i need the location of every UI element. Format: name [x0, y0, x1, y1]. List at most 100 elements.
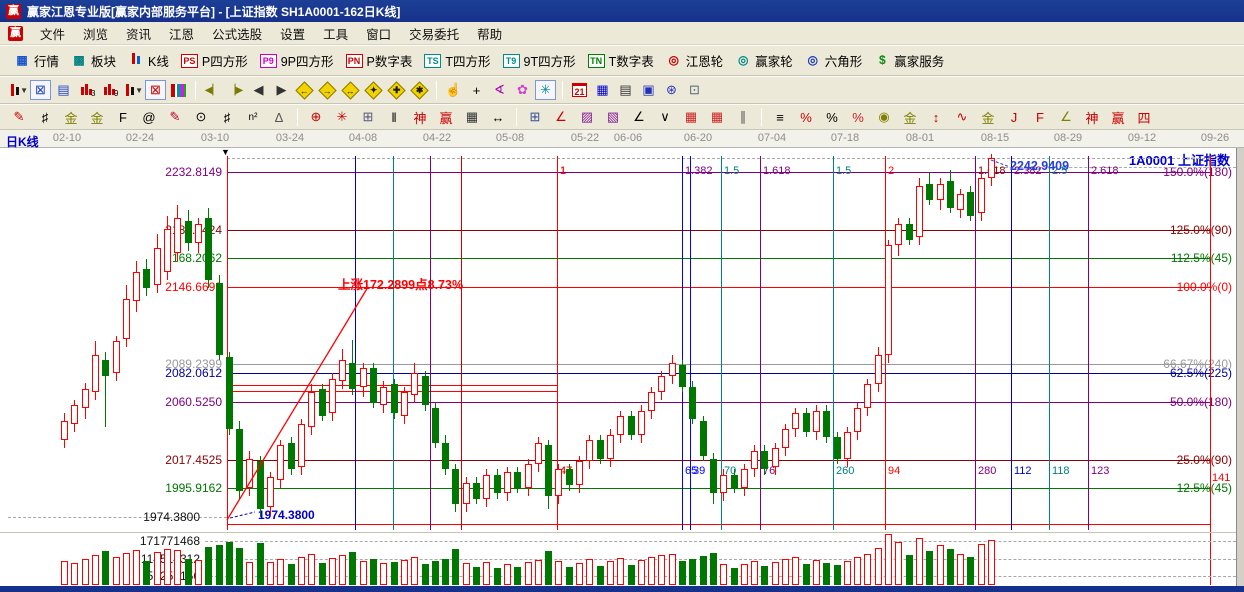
n-square-icon[interactable]: n²	[241, 108, 265, 127]
menu-设置[interactable]: 设置	[271, 25, 314, 45]
wave-tool-icon[interactable]: ∿	[950, 108, 974, 127]
toolbar-button-9P四方形[interactable]: P9 9P四方形	[254, 49, 340, 72]
j-angle-icon[interactable]: J	[1002, 108, 1026, 127]
ying-tool-icon[interactable]: 赢	[434, 108, 458, 127]
next-bar-icon[interactable]: ▶	[271, 80, 292, 100]
percent-lines-icon[interactable]: %	[846, 108, 870, 127]
shen-angle-icon[interactable]: 神	[1080, 108, 1104, 127]
zigzag-icon[interactable]: ∨	[653, 108, 677, 127]
updown-mark-icon[interactable]: ↕	[924, 108, 948, 127]
candle-type-dropdown[interactable]: ▼	[122, 80, 143, 100]
save-icon[interactable]: ▣	[638, 80, 659, 100]
kline-chart-canvas[interactable]: 1A0001 上证指数 2232.8149 150.0%(180) 2189.742…	[0, 148, 1244, 592]
gold-lines-icon[interactable]: 金	[898, 108, 922, 127]
f-lines-icon[interactable]: F	[111, 108, 135, 127]
blue-corner-grid-icon[interactable]: ⊞	[523, 108, 547, 127]
save-web-icon[interactable]: ⊛	[661, 80, 682, 100]
toolbar-button-T四方形[interactable]: TS T四方形	[418, 49, 496, 72]
circle-arrow-icon[interactable]: ⊙	[189, 108, 213, 127]
menu-资讯[interactable]: 资讯	[117, 25, 160, 45]
gann-level-line	[227, 460, 1210, 461]
smart-analysis-icon[interactable]: ✳	[535, 80, 556, 100]
shift-left-icon[interactable]: ←	[294, 80, 315, 100]
compress-icon[interactable]: ✦	[363, 80, 384, 100]
quarter-marks-icon[interactable]: ǁ	[382, 108, 406, 127]
red-grid2-tool-icon[interactable]: ▦	[705, 108, 729, 127]
menu-浏览[interactable]: 浏览	[74, 25, 117, 45]
gold-lines2-icon[interactable]: 金	[976, 108, 1000, 127]
angle-measure-icon[interactable]: ∢	[489, 80, 510, 100]
expand-h-icon[interactable]: ↔	[340, 80, 361, 100]
percent-icon[interactable]: %	[820, 108, 844, 127]
bars-9-icon[interactable]: 9	[99, 80, 120, 100]
menu-江恩[interactable]: 江恩	[160, 25, 203, 45]
shift-right-icon[interactable]: →	[317, 80, 338, 100]
mirror-angle-icon[interactable]: ∆	[267, 108, 291, 127]
gold-angle-icon[interactable]: ∠	[1054, 108, 1078, 127]
hand-tool-icon[interactable]: ☝	[443, 80, 464, 100]
shen-tool-icon[interactable]: 神	[408, 108, 432, 127]
gann-pencil-icon[interactable]: ✎	[7, 108, 31, 127]
menu-交易委托[interactable]: 交易委托	[400, 25, 468, 45]
pencil-grid-icon[interactable]: ✎	[163, 108, 187, 127]
last-bar-icon[interactable]: ▕▶	[225, 80, 246, 100]
pattern-tool-icon[interactable]: ✿	[512, 80, 533, 100]
menu-文件[interactable]: 文件	[31, 25, 74, 45]
info-document-icon[interactable]: ▤	[53, 80, 74, 100]
gold-circle-icon[interactable]: ◉	[872, 108, 896, 127]
menu-窗口[interactable]: 窗口	[357, 25, 400, 45]
dense-lines-icon[interactable]: ♯	[215, 108, 239, 127]
star-web-icon[interactable]: ✳	[330, 108, 354, 127]
toolbar-button-江恩轮[interactable]: ◎ 江恩轮	[660, 49, 730, 72]
gold-grid2-icon[interactable]: 金	[85, 108, 109, 127]
toolbar-button-P四方形[interactable]: PS P四方形	[175, 49, 254, 72]
toolbar-button-9T四方形[interactable]: T9 9T四方形	[497, 49, 582, 72]
fan-lines-icon[interactable]: ∠	[549, 108, 573, 127]
gold-grid-icon[interactable]: 金	[59, 108, 83, 127]
width-arrow-icon[interactable]: ↔	[486, 108, 510, 127]
four-angle-icon[interactable]: 四	[1132, 108, 1156, 127]
grid-123-icon[interactable]: ▦	[460, 108, 484, 127]
square-web-icon[interactable]: ⊞	[356, 108, 380, 127]
spiral-icon[interactable]: @	[137, 108, 161, 127]
export-pc-icon[interactable]: ⊡	[684, 80, 705, 100]
toolbar-button-P数字表[interactable]: PN P数字表	[340, 49, 419, 72]
toolbar-button-行情[interactable]: ▦ 行情	[8, 49, 65, 72]
toolbar-button-六角形[interactable]: ◎ 六角形	[799, 49, 869, 72]
kline-style-dropdown[interactable]: ▼	[7, 80, 28, 100]
parallel-lines-icon[interactable]: ∥	[731, 108, 755, 127]
percent-line-icon[interactable]: %	[794, 108, 818, 127]
fan-box-icon[interactable]: ▨	[575, 108, 599, 127]
expand-all-icon[interactable]: ✚	[386, 80, 407, 100]
crosshair-icon[interactable]: +	[466, 80, 487, 100]
toolbar-button-赢家轮[interactable]: ◎ 赢家轮	[729, 49, 799, 72]
chart-network-icon[interactable]: ⊠	[30, 80, 51, 100]
circle-cross-icon[interactable]: ⊕	[304, 108, 328, 127]
f-angle-icon[interactable]: F	[1028, 108, 1052, 127]
volume-bar-down	[185, 559, 192, 585]
menu-公式选股[interactable]: 公式选股	[203, 25, 271, 45]
toolbar-button-T数字表[interactable]: TN T数字表	[582, 49, 660, 72]
toolbar-button-K线[interactable]: K线	[122, 49, 175, 72]
calendar-icon[interactable]: 21	[569, 80, 590, 100]
bars-3-icon[interactable]: 3	[76, 80, 97, 100]
menu-帮助[interactable]: 帮助	[468, 25, 511, 45]
cycle-vline	[227, 156, 228, 530]
color-flag-icon[interactable]	[168, 80, 189, 100]
first-bar-icon[interactable]: ◀▏	[202, 80, 223, 100]
toolbar-button-板块[interactable]: ▩ 板块	[65, 49, 122, 72]
red-grid-tool-icon[interactable]: ▦	[679, 108, 703, 127]
red-grid-icon[interactable]: ⊠	[145, 80, 166, 100]
price-level-label: 2017.4525	[165, 453, 222, 467]
menu-工具[interactable]: 工具	[314, 25, 357, 45]
toolbar-button-赢家服务[interactable]: $ 赢家服务	[868, 49, 950, 72]
trend-angle-icon[interactable]: ∠	[627, 108, 651, 127]
grid-lines-icon[interactable]: ♯	[33, 108, 57, 127]
ying-angle-icon[interactable]: 赢	[1106, 108, 1130, 127]
calculator-icon[interactable]: ▦	[592, 80, 613, 100]
price-list-icon[interactable]: ≡	[768, 108, 792, 127]
prev-bar-icon[interactable]: ◀	[248, 80, 269, 100]
fan-box2-icon[interactable]: ▧	[601, 108, 625, 127]
notepad-icon[interactable]: ▤	[615, 80, 636, 100]
fit-screen-icon[interactable]: ✱	[409, 80, 430, 100]
